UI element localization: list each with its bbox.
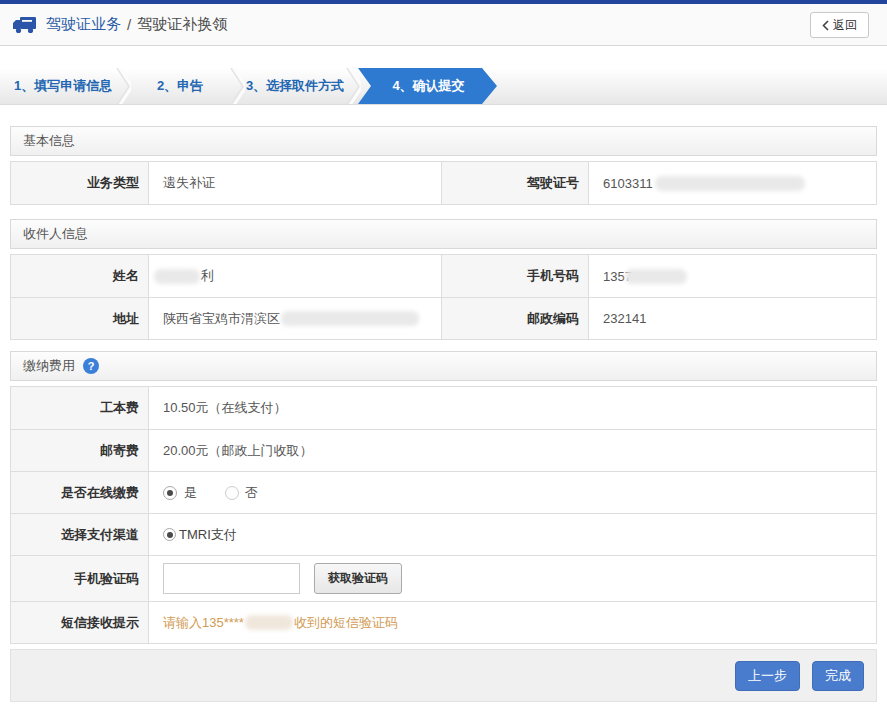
redaction-blur	[245, 615, 293, 630]
radio-no-label: 否	[245, 484, 258, 502]
sms-code-field: 获取验证码	[149, 556, 876, 601]
recipient-table: 姓名 利 手机号码 1357 地址 陕西省宝鸡市渭滨区 邮政编码 232141	[10, 254, 877, 340]
step-separator-icon	[345, 68, 361, 105]
page-header: 驾驶证业务 / 驾驶证补换领 返回	[0, 4, 887, 46]
recipient-section-title: 收件人信息	[23, 225, 88, 243]
table-row: 短信接收提示 请输入135**** 收到的短信验证码	[11, 601, 876, 643]
payment-table: 工本费 10.50元（在线支付） 邮寄费 20.00元（邮政上门收取） 是否在线…	[10, 386, 877, 644]
recipient-section-header: 收件人信息	[10, 219, 877, 249]
pay-channel-options: TMRI支付	[149, 514, 876, 555]
fee-value: 10.50元（在线支付）	[149, 387, 876, 429]
sms-code-input[interactable]	[163, 563, 300, 594]
address-value: 陕西省宝鸡市渭滨区	[149, 298, 442, 339]
address-label: 地址	[11, 298, 149, 339]
fee-label: 工本费	[11, 387, 149, 429]
truck-icon	[12, 15, 38, 34]
radio-no[interactable]	[225, 486, 239, 500]
radio-tmri-label: TMRI支付	[179, 526, 237, 544]
zip-value: 232141	[589, 298, 876, 339]
table-row: 手机验证码 获取验证码	[11, 555, 876, 601]
step-2-label: 2、申告	[157, 77, 203, 95]
step-1-fill-info[interactable]: 1、填写申请信息	[0, 68, 118, 104]
payment-section-header: 缴纳费用 ?	[10, 351, 877, 381]
step-nav: 1、填写申请信息 2、申告 3、选择取件方式 4、确认提交	[0, 68, 887, 105]
zip-label: 邮政编码	[442, 298, 589, 339]
footer-bar: 上一步 完成	[10, 649, 877, 702]
step-3-label: 3、选择取件方式	[246, 77, 344, 95]
chevron-left-icon	[822, 20, 829, 31]
payment-section-title: 缴纳费用	[23, 357, 75, 375]
step-4-label: 4、确认提交	[392, 77, 464, 95]
radio-yes[interactable]	[163, 486, 177, 500]
table-row: 地址 陕西省宝鸡市渭滨区 邮政编码 232141	[11, 297, 876, 339]
license-no-label: 驾驶证号	[442, 162, 589, 204]
license-no-value: 6103311	[589, 162, 876, 204]
radio-yes-label: 是	[184, 484, 197, 502]
sms-code-label: 手机验证码	[11, 556, 149, 601]
redaction-blur	[655, 176, 805, 191]
question-mark-circle-icon[interactable]: ?	[83, 358, 99, 374]
business-type-label: 业务类型	[11, 162, 149, 204]
page-title-primary: 驾驶证业务	[46, 15, 121, 34]
title-separator: /	[127, 16, 131, 33]
table-row: 工本费 10.50元（在线支付）	[11, 387, 876, 429]
step-1-label: 1、填写申请信息	[14, 77, 112, 95]
table-row: 姓名 利 手机号码 1357	[11, 255, 876, 297]
pay-channel-label: 选择支付渠道	[11, 514, 149, 555]
step-2-declare[interactable]: 2、申告	[128, 68, 232, 104]
basic-info-section-header: 基本信息	[10, 126, 877, 156]
sms-tip-value: 请输入135**** 收到的短信验证码	[149, 602, 876, 643]
redaction-blur	[281, 311, 419, 326]
basic-info-section-title: 基本信息	[23, 132, 75, 150]
name-label: 姓名	[11, 255, 149, 297]
postage-value: 20.00元（邮政上门收取）	[149, 430, 876, 471]
step-4-confirm-submit[interactable]: 4、确认提交	[358, 68, 497, 104]
postage-label: 邮寄费	[11, 430, 149, 471]
phone-value: 1357	[589, 255, 876, 297]
driver-license-service-page: 驾驶证业务 / 驾驶证补换领 返回 1、填写申请信息 2、申告 3、选择取件方式…	[0, 0, 887, 702]
page-title-secondary: 驾驶证补换领	[137, 15, 227, 34]
prev-step-button[interactable]: 上一步	[735, 661, 800, 691]
finish-button[interactable]: 完成	[812, 661, 864, 691]
table-row: 业务类型 遗失补证 驾驶证号 6103311	[11, 162, 876, 204]
step-3-pickup-method[interactable]: 3、选择取件方式	[242, 68, 348, 104]
basic-info-table: 业务类型 遗失补证 驾驶证号 6103311	[10, 161, 877, 205]
online-pay-options: 是 否	[149, 472, 876, 513]
name-value: 利	[149, 255, 442, 297]
radio-tmri[interactable]	[163, 528, 176, 541]
table-row: 邮寄费 20.00元（邮政上门收取）	[11, 429, 876, 471]
phone-label: 手机号码	[442, 255, 589, 297]
online-pay-label: 是否在线缴费	[11, 472, 149, 513]
business-type-value: 遗失补证	[149, 162, 442, 204]
table-row: 是否在线缴费 是 否	[11, 471, 876, 513]
table-row: 选择支付渠道 TMRI支付	[11, 513, 876, 555]
redaction-blur	[625, 269, 687, 284]
back-button-label: 返回	[833, 17, 857, 34]
get-code-button[interactable]: 获取验证码	[314, 563, 402, 594]
sms-tip-label: 短信接收提示	[11, 602, 149, 643]
redaction-blur	[154, 269, 200, 284]
back-button[interactable]: 返回	[810, 12, 869, 38]
